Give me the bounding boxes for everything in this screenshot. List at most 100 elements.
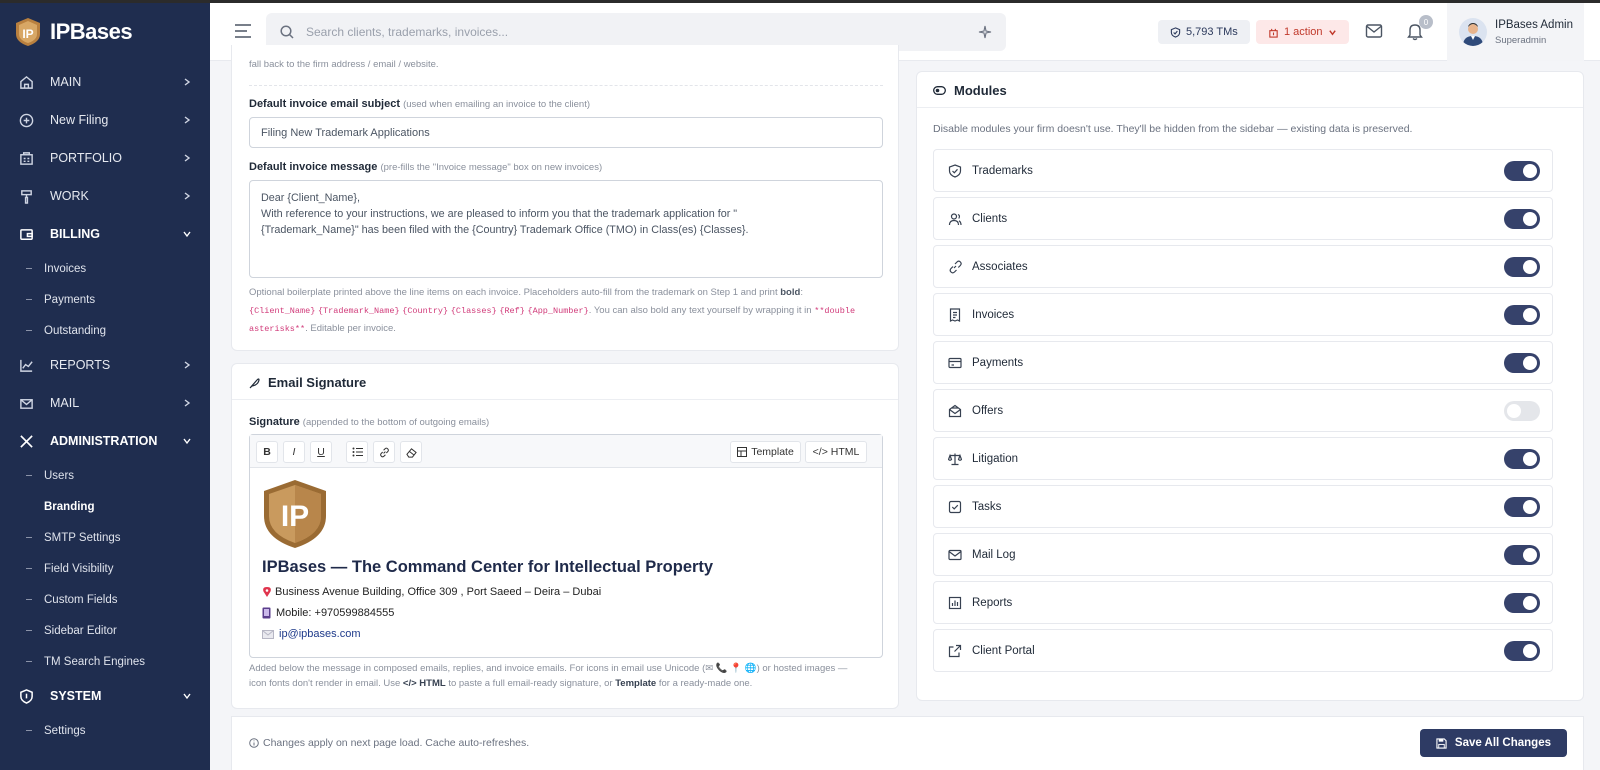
sidebar-item-branding[interactable]: Branding bbox=[0, 491, 210, 522]
action-badge[interactable]: 1 action bbox=[1256, 20, 1349, 44]
template-button[interactable]: Template bbox=[730, 441, 801, 463]
sidebar-item-users[interactable]: Users bbox=[0, 460, 210, 491]
module-label: Associates bbox=[972, 260, 1028, 273]
sidebar-item-billing[interactable]: BILLING bbox=[0, 215, 210, 253]
chevron-right-icon bbox=[184, 116, 191, 124]
module-toggle[interactable] bbox=[1504, 161, 1540, 181]
signature-card-header: Email Signature bbox=[248, 375, 366, 390]
envelope-icon bbox=[262, 629, 274, 639]
invoice-message-textarea[interactable]: Dear {Client_Name}, With reference to yo… bbox=[249, 180, 883, 278]
tools-icon bbox=[18, 433, 34, 449]
sidebar-item-work[interactable]: WORK bbox=[0, 177, 210, 215]
link-button[interactable] bbox=[373, 441, 395, 463]
signature-label: Signature (appended to the bottom of out… bbox=[249, 416, 490, 428]
sparkle-icon[interactable] bbox=[978, 25, 992, 39]
alarm-icon bbox=[1269, 28, 1278, 38]
sidebar-item-field-visibility[interactable]: Field Visibility bbox=[0, 553, 210, 584]
clear-format-button[interactable] bbox=[400, 441, 422, 463]
mail-open-icon bbox=[948, 404, 962, 418]
module-row-associates: Associates bbox=[933, 245, 1553, 288]
wallet-icon bbox=[18, 226, 34, 242]
module-row-payments: Payments bbox=[933, 341, 1553, 384]
sidebar-item-smtp-settings[interactable]: SMTP Settings bbox=[0, 522, 210, 553]
signature-editor: B I U Template </> HTML IP IPBases — The… bbox=[249, 434, 883, 658]
module-toggle[interactable] bbox=[1504, 449, 1540, 469]
hamburger-menu-icon[interactable] bbox=[234, 24, 252, 38]
italic-button[interactable]: I bbox=[283, 441, 305, 463]
pin-icon bbox=[263, 587, 271, 597]
module-toggle[interactable] bbox=[1504, 593, 1540, 613]
module-toggle[interactable] bbox=[1504, 641, 1540, 661]
credit-card-icon bbox=[948, 356, 962, 370]
bullet-dash bbox=[26, 506, 32, 507]
module-row-mail-log: Mail Log bbox=[933, 533, 1553, 576]
signature-heading: IPBases — The Command Center for Intelle… bbox=[262, 558, 714, 576]
sidebar-item-settings[interactable]: Settings bbox=[0, 715, 210, 746]
building-icon bbox=[18, 150, 34, 166]
signature-email[interactable]: ip@ipbases.com bbox=[262, 628, 360, 640]
sidebar-item-tm-search-engines[interactable]: TM Search Engines bbox=[0, 646, 210, 677]
sidebar-item-reports[interactable]: REPORTS bbox=[0, 346, 210, 384]
module-label: Litigation bbox=[972, 452, 1019, 465]
mail-send-icon bbox=[18, 395, 34, 411]
link-icon bbox=[948, 260, 962, 274]
save-bar: Changes apply on next page load. Cache a… bbox=[231, 716, 1584, 770]
sidebar-item-invoices[interactable]: Invoices bbox=[0, 253, 210, 284]
svg-text:IP: IP bbox=[22, 27, 33, 41]
sidebar-item-new-filing[interactable]: New Filing bbox=[0, 101, 210, 139]
bullet-dash bbox=[26, 630, 32, 631]
invoice-message-label: Default invoice message (pre-fills the "… bbox=[249, 161, 603, 173]
search-input[interactable] bbox=[306, 25, 978, 39]
notification-count: 0 bbox=[1419, 15, 1433, 29]
module-row-clients: Clients bbox=[933, 197, 1553, 240]
underline-button[interactable]: U bbox=[310, 441, 332, 463]
bullet-dash bbox=[26, 475, 32, 476]
invoice-subject-input[interactable]: Filing New Trademark Applications bbox=[249, 117, 883, 148]
sidebar-item-administration[interactable]: ADMINISTRATION bbox=[0, 422, 210, 460]
sidebar-item-system[interactable]: SYSTEM bbox=[0, 677, 210, 715]
avatar bbox=[1459, 18, 1487, 46]
shield-check-icon bbox=[948, 163, 962, 178]
module-toggle[interactable] bbox=[1504, 209, 1540, 229]
signature-mobile: Mobile: +970599884555 bbox=[262, 607, 394, 619]
module-toggle[interactable] bbox=[1504, 497, 1540, 517]
module-row-tasks: Tasks bbox=[933, 485, 1553, 528]
chevron-down-icon bbox=[183, 693, 191, 700]
user-menu[interactable]: IPBases Admin Superadmin bbox=[1447, 3, 1584, 61]
mail-icon[interactable] bbox=[1365, 23, 1383, 39]
bullet-dash bbox=[26, 599, 32, 600]
divider bbox=[232, 399, 898, 400]
module-toggle[interactable] bbox=[1504, 401, 1540, 421]
module-toggle[interactable] bbox=[1504, 257, 1540, 277]
module-row-offers: Offers bbox=[933, 389, 1553, 432]
tm-count-badge[interactable]: 5,793 TMs bbox=[1158, 20, 1250, 44]
link-icon bbox=[379, 447, 389, 457]
sidebar-item-outstanding[interactable]: Outstanding bbox=[0, 315, 210, 346]
html-button[interactable]: </> HTML bbox=[805, 441, 867, 463]
line-chart-icon bbox=[18, 357, 34, 373]
app-logo[interactable]: IP IPBases bbox=[0, 3, 210, 61]
phone-icon bbox=[262, 607, 271, 619]
modules-card: Modules Disable modules your firm doesn'… bbox=[916, 71, 1584, 701]
module-toggle[interactable] bbox=[1504, 545, 1540, 565]
sidebar-item-sidebar-editor[interactable]: Sidebar Editor bbox=[0, 615, 210, 646]
shield-icon bbox=[18, 688, 34, 704]
save-all-button[interactable]: Save All Changes bbox=[1419, 729, 1567, 757]
chevron-down-icon bbox=[183, 438, 191, 445]
module-label: Trademarks bbox=[972, 164, 1033, 177]
module-toggle[interactable] bbox=[1504, 305, 1540, 325]
sidebar-item-payments[interactable]: Payments bbox=[0, 284, 210, 315]
table-icon bbox=[737, 447, 748, 457]
module-label: Invoices bbox=[972, 308, 1015, 321]
bullet-list-button[interactable] bbox=[346, 441, 368, 463]
module-label: Payments bbox=[972, 356, 1024, 369]
sidebar-item-mail[interactable]: MAIL bbox=[0, 384, 210, 422]
bullet-dash bbox=[26, 268, 32, 269]
sidebar-item-main[interactable]: MAIN bbox=[0, 63, 210, 101]
save-note: Changes apply on next page load. Cache a… bbox=[249, 737, 529, 749]
module-toggle[interactable] bbox=[1504, 353, 1540, 373]
list-icon bbox=[352, 447, 363, 457]
sidebar-item-custom-fields[interactable]: Custom Fields bbox=[0, 584, 210, 615]
sidebar-item-portfolio[interactable]: PORTFOLIO bbox=[0, 139, 210, 177]
bold-button[interactable]: B bbox=[256, 441, 278, 463]
